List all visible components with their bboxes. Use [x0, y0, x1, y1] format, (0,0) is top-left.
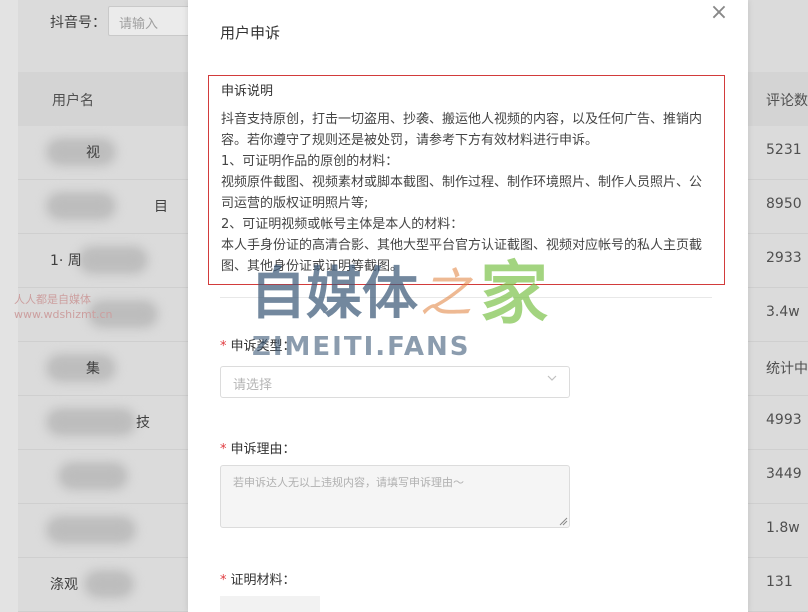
- appeal-type-placeholder: 请选择: [233, 378, 273, 393]
- logo-part3: 家: [480, 255, 548, 334]
- zimeiti-watermark-logo: 自媒体 之 家 ZIMEITI.FANS: [250, 255, 548, 360]
- appeal-reason-label-text: 申诉理由：: [230, 442, 296, 457]
- required-mark: *: [220, 339, 227, 354]
- required-mark: *: [220, 573, 227, 588]
- notice-line: 1、可证明作品的原创的材料：: [221, 154, 399, 169]
- logo-part2: 之: [420, 264, 474, 324]
- appeal-type-select[interactable]: 请选择: [220, 366, 570, 398]
- proof-material-label-text: 证明材料：: [230, 573, 296, 588]
- notice-line: 2、可证明视频或帐号主体是本人的材料：: [221, 217, 464, 232]
- logo-part1: 自媒体: [250, 262, 418, 327]
- notice-line: 抖音支持原创，打击一切盗用、抄袭、搬运他人视频的内容，以及任何广告、推销内容。若…: [221, 112, 703, 148]
- appeal-reason-label: * 申诉理由：: [220, 438, 296, 457]
- close-icon[interactable]: ×: [708, 2, 730, 24]
- notice-title: 申诉说明: [221, 84, 274, 99]
- chevron-down-icon: [547, 375, 557, 381]
- proof-upload-box[interactable]: [220, 596, 320, 612]
- resize-grip-icon[interactable]: [558, 516, 568, 526]
- dialog-title: 用户申诉: [220, 24, 281, 42]
- proof-material-label: * 证明材料：: [220, 569, 296, 588]
- appeal-notice: 申诉说明 抖音支持原创，打击一切盗用、抄袭、搬运他人视频的内容，以及任何广告、推…: [208, 75, 725, 285]
- notice-body: 抖音支持原创，打击一切盗用、抄袭、搬运他人视频的内容，以及任何广告、推销内容。若…: [221, 109, 712, 277]
- logo-english: ZIMEITI.FANS: [252, 332, 471, 360]
- appeal-reason-textarea[interactable]: 若申诉达人无以上违规内容，请填写申诉理由～: [220, 465, 570, 528]
- required-mark: *: [220, 442, 227, 457]
- notice-line: 视频原件截图、视频素材或脚本截图、制作过程、制作环境照片、制作人员照片、公司运营…: [221, 175, 703, 211]
